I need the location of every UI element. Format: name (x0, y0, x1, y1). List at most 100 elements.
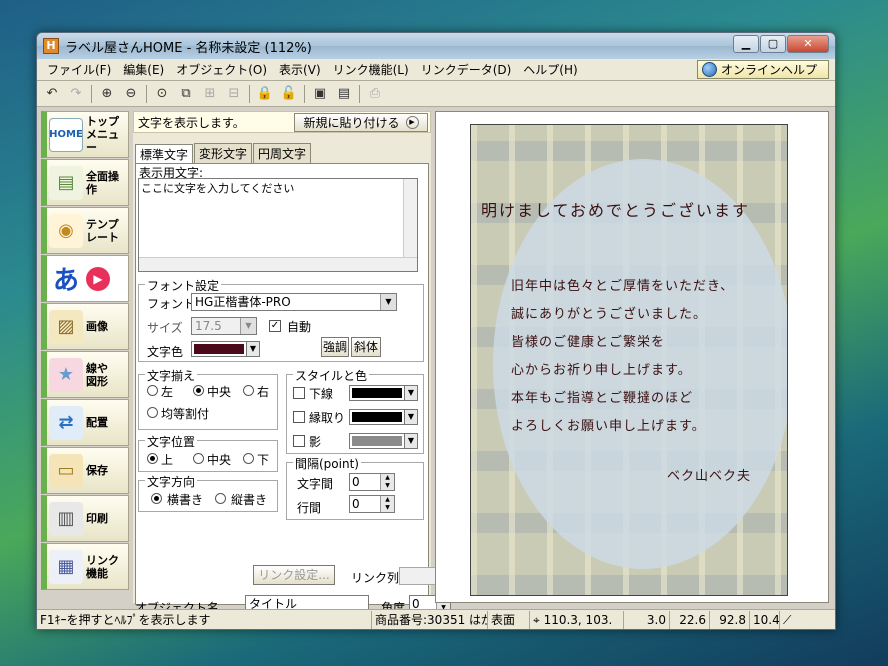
chevron-down-icon: ▼ (246, 341, 260, 357)
print-icon[interactable]: ⎙ (364, 83, 386, 105)
underline-checkbox[interactable] (293, 387, 305, 399)
horizontal-label: 横書き (167, 493, 204, 507)
position-bottom-radio[interactable] (243, 453, 254, 464)
line-spacing-input[interactable]: 0 ▲ ▼ (349, 495, 395, 513)
underline-color-picker[interactable]: ▼ (349, 385, 418, 401)
position-top-radio[interactable] (147, 453, 158, 464)
align-left-radio[interactable] (147, 385, 158, 396)
link-column-label: リンク列 (351, 571, 400, 585)
zoom-fit-icon[interactable]: ⊙ (151, 83, 173, 105)
vertical-radio[interactable] (215, 493, 226, 504)
spin-arrows-icon[interactable]: ▲▼ (380, 474, 394, 490)
toolbar-separator (359, 84, 360, 103)
tab-transformed-text[interactable]: 変形文字 (194, 143, 253, 163)
tab-standard-text[interactable]: 標準文字 (135, 144, 194, 164)
display-text-input[interactable]: ここに文字を入力してください (138, 178, 418, 272)
tab-circular-text[interactable]: 円周文字 (253, 143, 312, 163)
style-color-title: スタイルと色 (293, 367, 370, 384)
message-line[interactable]: 旧年中は色々とご厚情をいただき、 (511, 275, 734, 294)
signature-text[interactable]: ベク山ベク夫 (667, 465, 751, 484)
message-line[interactable]: 本年もご指導とご鞭撻のほど (511, 387, 693, 406)
image-icon: ▨ (49, 309, 83, 344)
status-coords: ⌖ 110.3, 103. (529, 610, 623, 629)
menu-help[interactable]: ヘルプ(H) (517, 61, 583, 78)
layout-icon[interactable]: ▣ (309, 83, 331, 105)
online-help-button[interactable]: オンラインヘルプ (697, 60, 829, 79)
sidebar-item-top-menu[interactable]: HOME トップメニュー (41, 111, 129, 158)
distribute-icon[interactable]: ⊟ (223, 83, 245, 105)
maximize-button[interactable]: ▢ (760, 35, 786, 53)
unlock-icon[interactable]: 🔓 (278, 83, 300, 105)
home-icon: HOME (49, 117, 83, 152)
sidebar-item-shapes[interactable]: ★ 線や図形 (41, 351, 129, 398)
align-center-radio[interactable] (193, 385, 204, 396)
zoom-in-icon[interactable]: ⊕ (96, 83, 118, 105)
outline-color-swatch (352, 412, 402, 422)
status-side: 表面 (487, 610, 529, 629)
close-button[interactable]: ✕ (787, 35, 829, 53)
redo-icon[interactable]: ↷ (65, 83, 87, 105)
outline-checkbox[interactable] (293, 411, 305, 423)
minimize-button[interactable]: ▁ (733, 35, 759, 53)
menu-link-data[interactable]: リンクデータ(D) (415, 61, 518, 78)
menu-view[interactable]: 表示(V) (273, 61, 327, 78)
sidebar-item-print[interactable]: ▥ 印刷 (41, 495, 129, 542)
undo-icon[interactable]: ↶ (41, 83, 63, 105)
lock-icon[interactable]: 🔒 (254, 83, 276, 105)
sidebar-item-save[interactable]: ▭ 保存 (41, 447, 129, 494)
resize-grip-icon[interactable]: ⟋ (779, 610, 797, 629)
message-line[interactable]: 誠にありがとうございました。 (511, 303, 707, 322)
message-line[interactable]: 皆様のご健康とご繁栄を (511, 331, 665, 350)
shadow-checkbox[interactable] (293, 435, 305, 447)
italic-button[interactable]: 斜体 (351, 337, 381, 357)
font-settings-group: フォント設定 フォント HG正楷書体-PRO ▼ サイズ 17.5 ▼ ✓ 自動… (138, 277, 424, 362)
sidebar-item-image[interactable]: ▨ 画像 (41, 303, 129, 350)
menu-bar: ファイル(F) 編集(E) オブジェクト(O) 表示(V) リンク機能(L) リ… (37, 59, 835, 81)
vertical-scrollbar[interactable] (403, 179, 417, 257)
outline-color-picker[interactable]: ▼ (349, 409, 418, 425)
canvas-area[interactable]: 明けましておめでとうございます 旧年中は色々とご厚情をいただき、 誠にありがとう… (435, 111, 829, 603)
spacing-title: 間隔(point) (293, 455, 361, 472)
menu-object[interactable]: オブジェクト(O) (170, 61, 273, 78)
message-line[interactable]: よろしくお願い申し上げます。 (511, 415, 706, 434)
size-select[interactable]: 17.5 ▼ (191, 317, 257, 335)
sidebar-item-full-edit[interactable]: ▤ 全面操作 (41, 159, 129, 206)
bold-button[interactable]: 強調 (321, 337, 349, 357)
char-spacing-value: 0 (352, 475, 360, 489)
char-spacing-input[interactable]: 0 ▲ ▼ (349, 473, 395, 491)
position-center-radio[interactable] (193, 453, 204, 464)
horizontal-radio[interactable] (151, 493, 162, 504)
message-line[interactable]: 心からお祈り申し上げます。 (511, 359, 692, 378)
sidebar-item-arrange[interactable]: ⇄ 配置 (41, 399, 129, 446)
auto-size-checkbox[interactable]: ✓ (269, 320, 281, 332)
preview-icon[interactable]: ▤ (333, 83, 355, 105)
alignment-title: 文字揃え (145, 367, 198, 384)
font-select[interactable]: HG正楷書体-PRO ▼ (191, 293, 397, 311)
zoom-out-icon[interactable]: ⊖ (120, 83, 142, 105)
sidebar-item-template[interactable]: ◉ テンプレート (41, 207, 129, 254)
toolbar-separator (91, 84, 92, 103)
tab-body: 表示用文字: ここに文字を入力してください フォント設定 フォント HG正楷書体… (135, 163, 429, 605)
spin-arrows-icon[interactable]: ▲▼ (380, 496, 394, 512)
menu-edit[interactable]: 編集(E) (117, 61, 170, 78)
menu-link[interactable]: リンク機能(L) (327, 61, 415, 78)
align-right-radio[interactable] (243, 385, 254, 396)
postcard[interactable]: 明けましておめでとうございます 旧年中は色々とご厚情をいただき、 誠にありがとう… (470, 124, 788, 596)
text-color-picker[interactable]: ▼ (191, 341, 260, 357)
sidebar-item-text[interactable]: あ ▶ (41, 255, 129, 302)
horizontal-scrollbar[interactable] (139, 257, 417, 271)
sidebar-item-link[interactable]: ▦ リンク機能 (41, 543, 129, 590)
chevron-down-icon: ▼ (240, 318, 256, 334)
align-icon[interactable]: ⊞ (199, 83, 221, 105)
sidebar-item-label: 全面操作 (86, 169, 119, 196)
align-even-radio[interactable] (147, 407, 158, 418)
greeting-text[interactable]: 明けましておめでとうございます (481, 197, 750, 221)
link-icon: ▦ (49, 549, 83, 584)
link-settings-button[interactable]: リンク設定... (253, 565, 335, 585)
shadow-color-picker[interactable]: ▼ (349, 433, 418, 449)
group-icon[interactable]: ⧉ (175, 83, 197, 105)
paste-new-button[interactable]: 新規に貼り付ける ▶ (294, 113, 428, 132)
menu-file[interactable]: ファイル(F) (41, 61, 117, 78)
tab-strip: 標準文字 変形文字 円周文字 (133, 143, 431, 164)
direction-title: 文字方向 (145, 473, 198, 490)
